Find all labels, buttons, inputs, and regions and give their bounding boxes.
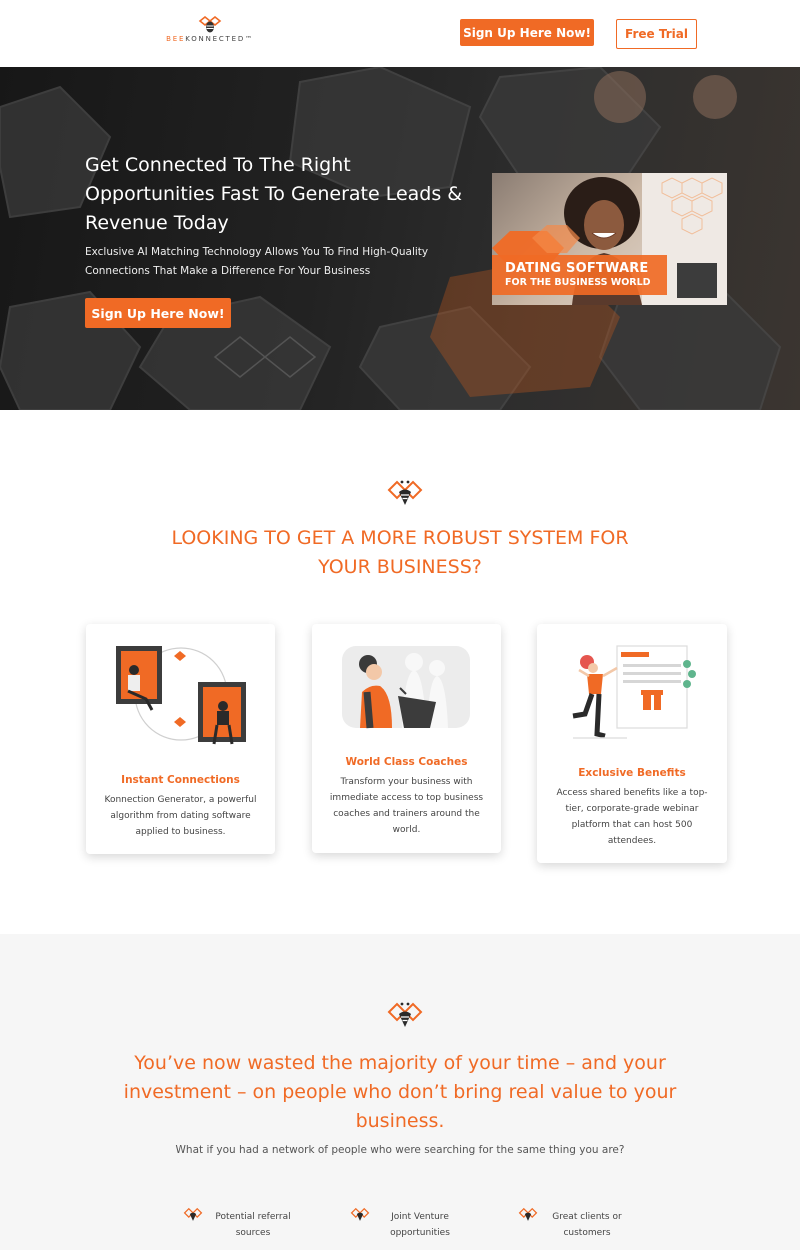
card-title: Exclusive Benefits [578,767,686,779]
bee-hexagon-icon [387,480,423,505]
header-signup-button[interactable]: Sign Up Here Now! [460,19,594,46]
feature-card-instant-connections: Instant Connections Konnection Generator… [86,624,275,854]
robust-section-title: LOOKING TO GET A MORE ROBUST SYSTEM FOR … [171,527,629,578]
feature-card-exclusive-benefits: Exclusive Benefits Access shared benefit… [537,624,727,863]
hero-section: Get Connected To The Right Opportunities… [0,67,800,410]
card-text: Transform your business with immediate a… [329,777,484,835]
benefits-illustration [572,645,696,739]
hero-title: Get Connected To The Right Opportunities… [85,154,463,234]
logo[interactable]: BEEKONNECTED™ [160,16,260,50]
card-title: Instant Connections [121,774,240,786]
card-title: World Class Coaches [345,756,468,768]
coaches-illustration [342,646,470,729]
wasted-section-subtitle: What if you had a network of people who … [175,1144,625,1156]
card-text: Konnection Generator, a powerful algorit… [104,795,257,837]
wasted-time-section: You’ve now wasted the majority of your t… [0,934,800,1250]
feature-card-world-class-coaches: World Class Coaches Transform your busin… [312,624,501,853]
logo-wordmark: BEEKONNECTED™ [166,35,254,43]
hero-signup-button[interactable]: Sign Up Here Now! [85,298,231,328]
wasted-section-title: You’ve now wasted the majority of your t… [123,1052,677,1132]
hero-subtitle: Exclusive AI Matching Technology Allows … [85,246,429,277]
promo-line1: DATING SOFTWARE [505,261,649,276]
bee-hexagon-icon [387,1002,423,1027]
card-text: Access shared benefits like a top-tier, … [556,788,708,846]
promo-image: DATING SOFTWARE FOR THE BUSINESS WORLD [492,173,727,305]
promo-line2: FOR THE BUSINESS WORLD [505,277,651,288]
free-trial-button[interactable]: Free Trial [616,19,697,49]
bee-logo-icon [198,16,222,33]
feature-label: Joint Venture opportunities [390,1212,450,1238]
feature-label: Potential referral sources [215,1212,291,1238]
feature-label: Great clients or customers [552,1212,622,1238]
instant-connections-illustration [116,646,246,745]
site-header: BEEKONNECTED™ Sign Up Here Now! Free Tri… [0,0,800,67]
